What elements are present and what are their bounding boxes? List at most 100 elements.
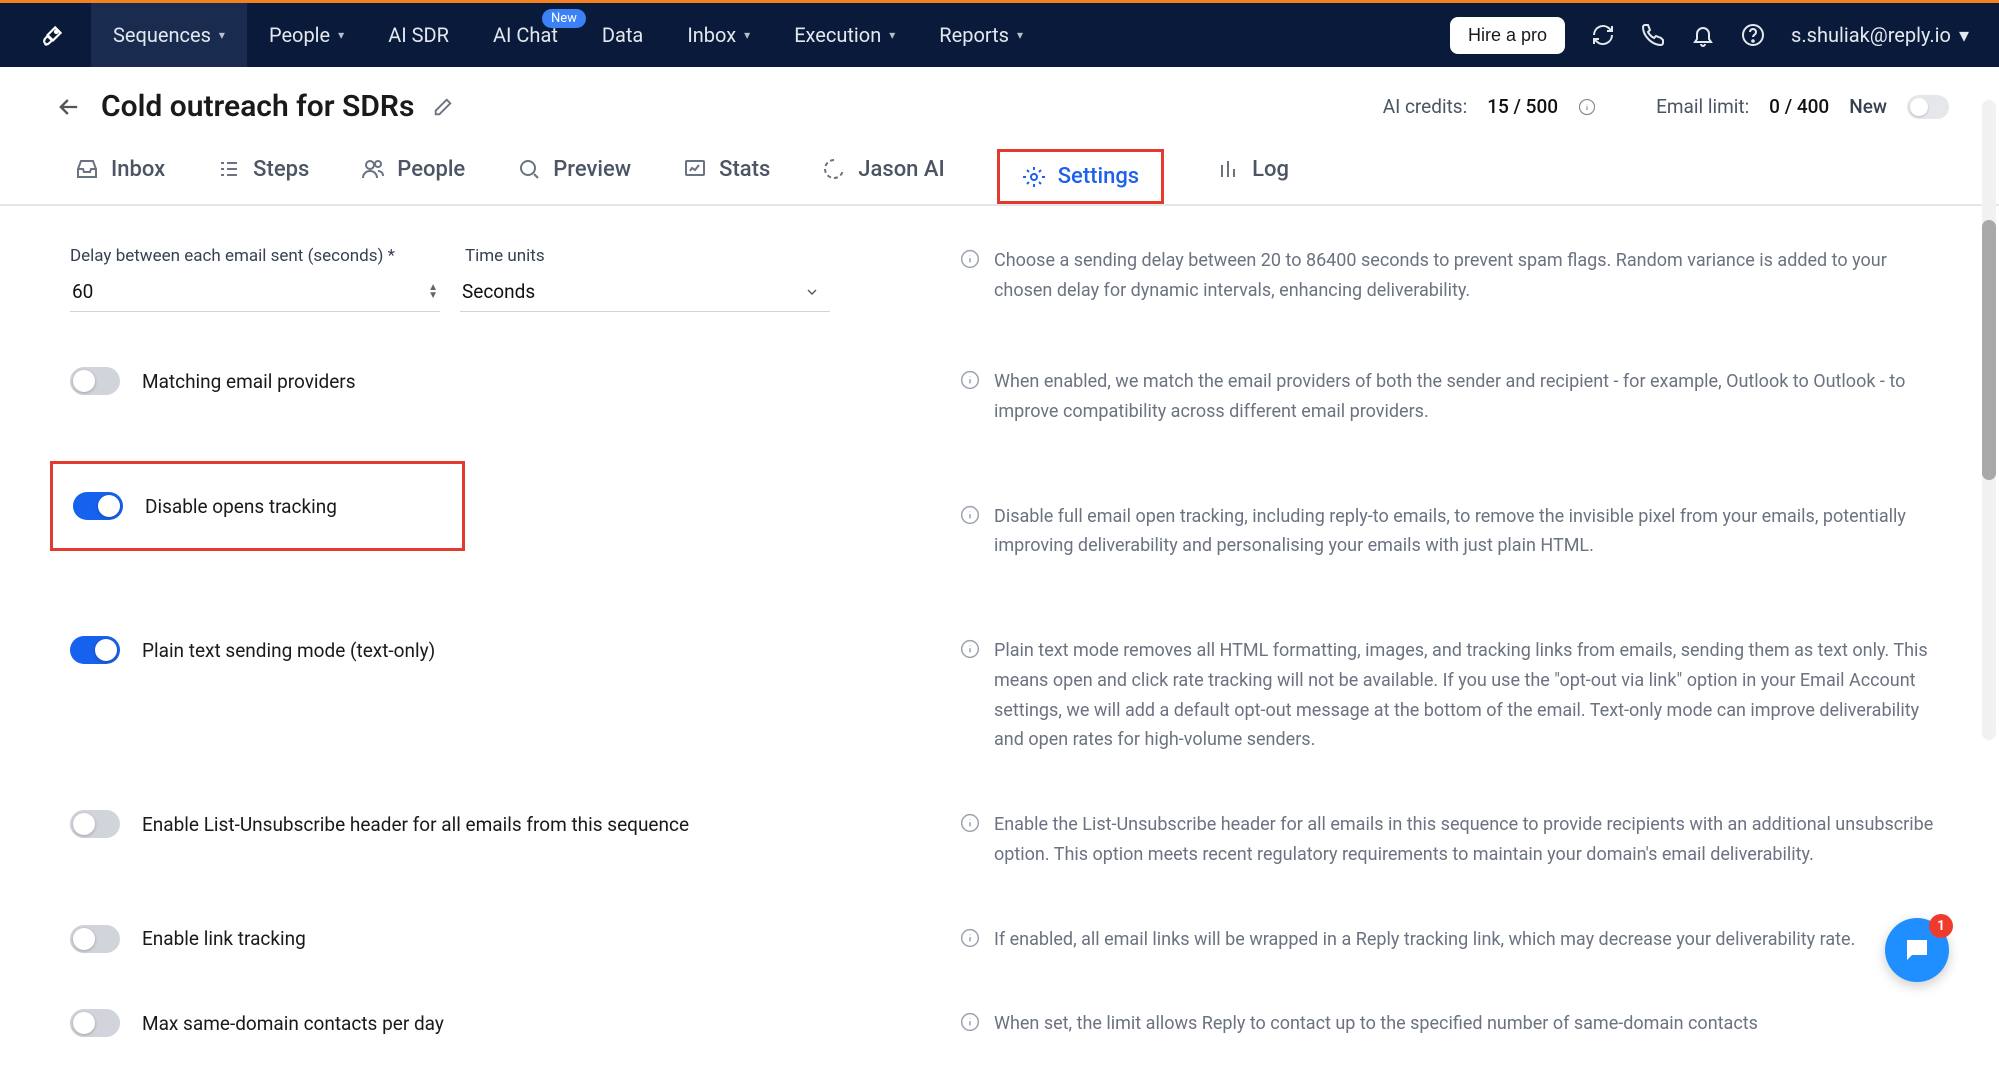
ai-icon (822, 157, 846, 181)
chevron-down-icon: ▾ (338, 28, 344, 42)
toggle-plain-text[interactable] (70, 636, 120, 664)
tab-people[interactable]: People (361, 152, 465, 204)
phone-icon[interactable] (1641, 23, 1665, 47)
info-icon[interactable] (960, 928, 980, 948)
tab-log[interactable]: Log (1216, 152, 1289, 204)
nav-reports[interactable]: Reports▾ (917, 3, 1045, 67)
matching-row: Matching email providers When enabled, w… (70, 367, 1939, 426)
info-icon[interactable] (960, 370, 980, 390)
max-domain-label: Max same-domain contacts per day (142, 1012, 444, 1035)
top-navigation: Sequences▾ People▾ AI SDR AI ChatNew Dat… (0, 0, 1999, 67)
chat-badge: 1 (1929, 914, 1953, 938)
max-domain-row: Max same-domain contacts per day When se… (70, 1009, 1939, 1039)
link-tracking-row: Enable link tracking If enabled, all ema… (70, 925, 1939, 955)
chevron-down-icon: ▾ (1017, 28, 1023, 42)
tab-stats[interactable]: Stats (683, 152, 770, 204)
nav-data[interactable]: Data (580, 3, 665, 67)
info-icon[interactable] (960, 813, 980, 833)
inbox-icon (75, 157, 99, 181)
plain-text-label: Plain text sending mode (text-only) (142, 639, 435, 662)
disable-opens-help-text: Disable full email open tracking, includ… (994, 502, 1939, 561)
list-unsub-label: Enable List-Unsubscribe header for all e… (142, 813, 689, 836)
edit-icon[interactable] (432, 96, 454, 118)
toggle-disable-opens[interactable] (73, 492, 123, 520)
email-limit-label: Email limit: (1656, 95, 1749, 118)
hire-pro-button[interactable]: Hire a pro (1450, 17, 1565, 54)
info-icon[interactable] (1578, 98, 1596, 116)
page-header: Cold outreach for SDRs AI credits: 15 / … (0, 67, 1999, 134)
nav-ai-sdr[interactable]: AI SDR (366, 3, 471, 67)
info-icon[interactable] (960, 505, 980, 525)
info-icon[interactable] (960, 639, 980, 659)
link-tracking-help-text: If enabled, all email links will be wrap… (994, 925, 1855, 955)
info-icon[interactable] (960, 1012, 980, 1032)
email-limit-value: 0 / 400 (1769, 95, 1829, 118)
nav-execution[interactable]: Execution▾ (772, 3, 917, 67)
tab-settings[interactable]: Settings (997, 149, 1164, 204)
tab-jason-ai[interactable]: Jason AI (822, 152, 944, 204)
chat-icon (1902, 935, 1932, 965)
list-unsub-row: Enable List-Unsubscribe header for all e… (70, 810, 1939, 869)
back-arrow-icon[interactable] (55, 93, 83, 121)
nav-ai-chat[interactable]: AI ChatNew (471, 3, 580, 67)
toggle-list-unsubscribe[interactable] (70, 810, 120, 838)
new-toggle[interactable] (1907, 95, 1949, 119)
people-icon (361, 157, 385, 181)
tab-steps[interactable]: Steps (217, 152, 309, 204)
log-icon (1216, 157, 1240, 181)
chevron-down-icon: ▾ (219, 28, 225, 42)
header-stats: AI credits: 15 / 500 Email limit: 0 / 40… (1383, 95, 1949, 119)
disable-opens-label: Disable opens tracking (145, 495, 337, 518)
tab-preview[interactable]: Preview (517, 152, 631, 204)
delay-row: Delay between each email sent (seconds) … (70, 246, 1939, 312)
refresh-icon[interactable] (1591, 23, 1615, 47)
scrollbar[interactable] (1982, 100, 1996, 740)
plain-text-help-text: Plain text mode removes all HTML formatt… (994, 636, 1939, 755)
ai-credits-value: 15 / 500 (1487, 95, 1558, 118)
delay-label: Delay between each email sent (seconds) (70, 246, 383, 266)
nav-items: Sequences▾ People▾ AI SDR AI ChatNew Dat… (91, 3, 1045, 67)
required-asterisk: * (388, 246, 395, 266)
highlight-box-opens-tracking: Disable opens tracking (50, 461, 465, 551)
toggle-link-tracking[interactable] (70, 925, 120, 953)
nav-right: Hire a pro s.shuliak@reply.io▾ (1450, 17, 1969, 54)
toggle-matching-providers[interactable] (70, 367, 120, 395)
list-unsub-help-text: Enable the List-Unsubscribe header for a… (994, 810, 1939, 869)
help-icon[interactable] (1741, 23, 1765, 47)
scroll-thumb[interactable] (1982, 220, 1996, 480)
chevron-down-icon (804, 284, 820, 300)
stats-icon (683, 157, 707, 181)
matching-help-text: When enabled, we match the email provide… (994, 367, 1939, 426)
max-domain-help-text: When set, the limit allows Reply to cont… (994, 1009, 1758, 1039)
nav-people[interactable]: People▾ (247, 3, 366, 67)
user-menu[interactable]: s.shuliak@reply.io▾ (1791, 23, 1969, 47)
toggle-max-same-domain[interactable] (70, 1009, 120, 1037)
page-title: Cold outreach for SDRs (101, 89, 414, 124)
chevron-down-icon: ▾ (1959, 23, 1969, 47)
tab-bar: Inbox Steps People Preview Stats Jason A… (0, 134, 1999, 206)
link-tracking-label: Enable link tracking (142, 927, 306, 950)
tab-inbox[interactable]: Inbox (75, 152, 165, 204)
delay-help-text: Choose a sending delay between 20 to 864… (994, 246, 1939, 305)
settings-content: Delay between each email sent (seconds) … (0, 206, 1999, 1069)
matching-label: Matching email providers (142, 370, 356, 393)
chevron-down-icon: ▾ (889, 28, 895, 42)
bell-icon[interactable] (1691, 23, 1715, 47)
chevron-down-icon: ▾ (744, 28, 750, 42)
plain-text-row: Plain text sending mode (text-only) Plai… (70, 636, 1939, 755)
nav-sequences[interactable]: Sequences▾ (91, 3, 247, 67)
info-icon[interactable] (960, 249, 980, 269)
chat-fab[interactable]: 1 (1885, 918, 1949, 982)
new-toggle-label: New (1849, 95, 1887, 118)
time-units-label: Time units (465, 246, 545, 266)
search-icon (517, 157, 541, 181)
gear-icon (1022, 165, 1046, 189)
stepper-icon[interactable]: ▲▼ (428, 284, 438, 300)
ai-credits-label: AI credits: (1383, 95, 1468, 118)
disable-opens-row: Disable opens tracking Disable full emai… (70, 471, 1939, 591)
time-unit-select[interactable]: Seconds (460, 272, 830, 312)
rocket-logo-icon[interactable] (40, 22, 66, 48)
delay-input[interactable]: 60 ▲▼ (70, 272, 440, 312)
steps-icon (217, 157, 241, 181)
nav-inbox[interactable]: Inbox▾ (665, 3, 772, 67)
